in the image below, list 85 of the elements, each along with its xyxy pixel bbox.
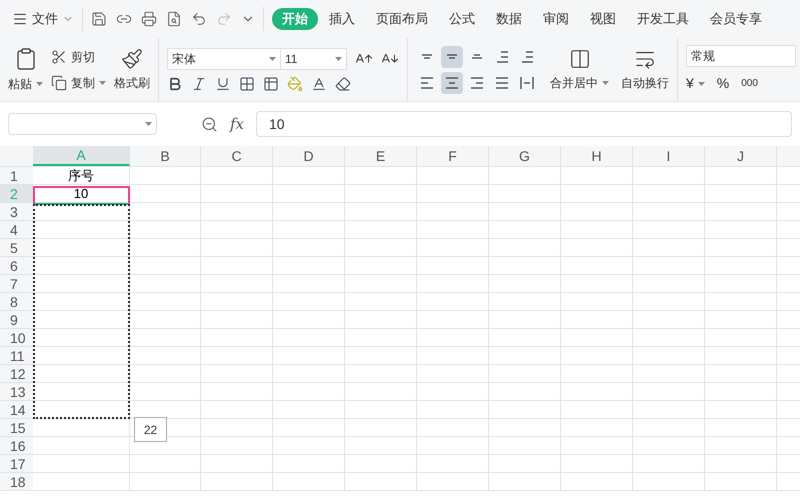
column-header[interactable]: J	[705, 146, 777, 166]
row-header[interactable]: 8	[0, 293, 33, 310]
fill-color-icon[interactable]	[287, 76, 303, 92]
align-icon	[420, 76, 434, 88]
align-button[interactable]	[441, 46, 463, 68]
row-header[interactable]: 14	[0, 401, 33, 418]
bold-icon[interactable]	[167, 76, 183, 92]
ribbon-tab[interactable]: 会员专享	[700, 8, 772, 30]
caret-icon	[602, 80, 609, 84]
print-icon[interactable]	[141, 11, 157, 27]
row-header[interactable]: 5	[0, 239, 33, 256]
row-header[interactable]: 10	[0, 329, 33, 346]
align-icon	[470, 76, 484, 88]
column-header[interactable]: E	[345, 146, 417, 166]
merge-center-button[interactable]: 合并居中	[550, 48, 609, 92]
column-header[interactable]: C	[201, 146, 273, 166]
row-header[interactable]: 16	[0, 437, 33, 454]
column-header[interactable]: B	[130, 146, 201, 166]
table-cell: 10	[33, 185, 130, 202]
align-icon	[520, 50, 534, 62]
column-header[interactable]: D	[273, 146, 345, 166]
formula-input[interactable]: 10	[256, 111, 792, 137]
row-header[interactable]: 6	[0, 257, 33, 274]
scissors-icon	[51, 48, 67, 64]
thousands-button[interactable]: 000	[741, 76, 758, 91]
currency-button[interactable]: ¥	[686, 73, 705, 94]
ribbon-tab[interactable]: 页面布局	[366, 8, 438, 30]
save-icon[interactable]	[91, 11, 107, 27]
table-cell: 序号	[33, 167, 130, 184]
row-header[interactable]: 11	[0, 347, 33, 364]
borders-icon[interactable]	[239, 76, 255, 92]
copy-icon	[51, 74, 67, 90]
row-header[interactable]: 18	[0, 473, 33, 490]
menu-icon	[12, 11, 28, 27]
ribbon-tab[interactable]: 数据	[486, 8, 532, 30]
paintbrush-icon	[121, 48, 143, 70]
caret-icon	[36, 82, 43, 86]
column-header[interactable]: H	[561, 146, 633, 166]
caret-icon	[99, 80, 106, 84]
undo-icon[interactable]	[191, 11, 207, 27]
row-header[interactable]: 13	[0, 383, 33, 400]
column-header[interactable]: F	[417, 146, 489, 166]
eraser-icon[interactable]	[335, 76, 351, 92]
align-icon	[445, 76, 459, 88]
align-icon	[496, 50, 508, 62]
fill-tooltip: 22	[134, 417, 167, 442]
align-icon	[495, 76, 509, 88]
format-painter-button[interactable]: 格式刷	[114, 48, 150, 92]
caret-icon	[145, 122, 152, 126]
ribbon-tab[interactable]: 插入	[319, 8, 365, 30]
row-header[interactable]: 12	[0, 365, 33, 382]
number-format-select[interactable]: 常规	[686, 45, 796, 67]
paste-button[interactable]: 粘贴	[8, 46, 43, 92]
row-header[interactable]: 1	[0, 167, 33, 184]
align-icon	[471, 54, 483, 59]
row-header[interactable]: 9	[0, 311, 33, 328]
row-header[interactable]: 3	[0, 203, 33, 220]
ribbon-tab[interactable]: 审阅	[533, 8, 579, 30]
ribbon-tab[interactable]: 开发工具	[627, 8, 699, 30]
align-icon	[421, 54, 433, 59]
merge-icon	[568, 48, 590, 70]
percent-button[interactable]: %	[716, 73, 730, 94]
italic-icon[interactable]	[191, 76, 207, 92]
copy-button[interactable]: 复制	[51, 74, 106, 92]
print-preview-icon[interactable]	[166, 11, 182, 27]
row-header[interactable]: 7	[0, 275, 33, 292]
row-header[interactable]: 15	[0, 419, 33, 436]
align-icon	[446, 54, 458, 59]
function-label[interactable]: fx	[230, 112, 244, 136]
cell-style-icon[interactable]	[263, 76, 279, 92]
ribbon-tab[interactable]: 公式	[439, 8, 485, 30]
caret-icon	[698, 82, 705, 86]
column-header[interactable]: I	[633, 146, 705, 166]
zoom-out-icon[interactable]	[201, 116, 218, 132]
column-header[interactable]: G	[489, 146, 561, 166]
underline-icon[interactable]	[215, 76, 231, 92]
cut-button[interactable]: 剪切	[51, 48, 106, 66]
align-icon	[520, 76, 534, 90]
wrap-text-button[interactable]: 自动换行	[621, 48, 669, 92]
row-header[interactable]: 4	[0, 221, 33, 238]
row-header[interactable]: 17	[0, 455, 33, 472]
font-color-icon[interactable]	[311, 76, 327, 92]
file-menu[interactable]: 文件	[12, 9, 74, 29]
align-button[interactable]	[441, 72, 463, 94]
ribbon-tab[interactable]: 视图	[580, 8, 626, 30]
